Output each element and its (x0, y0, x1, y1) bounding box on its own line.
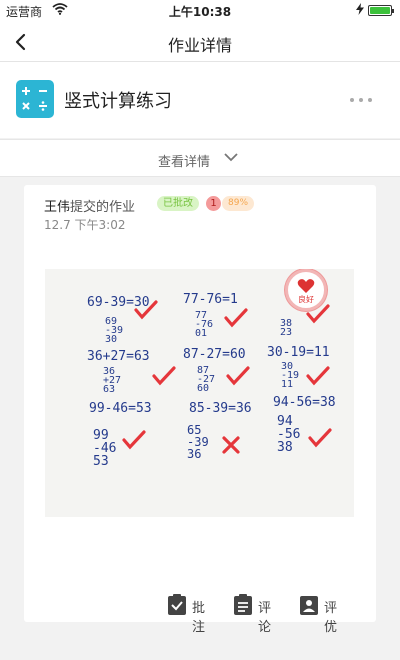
good-grade-stamp: 良好 (285, 269, 327, 311)
commend-label: 评优 (324, 601, 338, 635)
submission-date: 12.7 下午3:02 (44, 218, 126, 232)
work-column: 36 +27 63 (103, 366, 122, 395)
work-column: 30 -19 11 (281, 361, 300, 390)
heart-icon (297, 279, 315, 293)
nav-bar: 作业详情 (0, 22, 400, 62)
work-column: 77 -76 01 (195, 310, 214, 339)
correct-check-icon (224, 308, 248, 328)
more-options-icon[interactable] (348, 92, 374, 108)
action-bar: 批注 评论 评优 (24, 593, 376, 635)
student-name[interactable]: 王伟 (44, 200, 70, 215)
correct-check-icon (306, 366, 330, 386)
equation: 87-27=60 (183, 347, 246, 362)
status-bar: 运营商 上午10:38 (0, 0, 400, 22)
correct-check-icon (152, 366, 176, 386)
charging-icon (356, 3, 364, 15)
work-column: 99 -46 53 (93, 428, 117, 469)
correct-check-icon (134, 300, 158, 320)
clipboard-check-icon (168, 594, 186, 615)
error-count-badge: 1 (206, 196, 221, 211)
correct-check-icon (122, 430, 146, 450)
annotate-label: 批注 (192, 601, 206, 635)
work-column: 94 -56 38 (277, 414, 301, 455)
work-column: 69 -39 30 (105, 316, 124, 345)
wrong-cross-icon (222, 436, 240, 454)
document-list-icon (234, 594, 252, 615)
stamp-text: 良好 (298, 295, 314, 304)
equation: 77-76=1 (183, 292, 238, 307)
correct-check-icon (308, 428, 332, 448)
submission-card: 王伟提交的作业 已批改 1 89% 12.7 下午3:02 69-39=30 7… (24, 185, 376, 635)
equation: 30-19=11 (267, 345, 330, 360)
equation: 94-56=38 (273, 395, 336, 410)
user-award-icon (300, 596, 318, 615)
equation: 36+27=63 (87, 349, 150, 364)
submitted-label: 提交的作业 (70, 200, 136, 215)
chevron-down-icon (224, 153, 238, 162)
page-title: 作业详情 (167, 36, 232, 55)
comment-label: 评论 (258, 601, 272, 635)
work-column: 65 -39 36 (187, 423, 209, 461)
equation: 85-39=36 (189, 401, 252, 416)
correct-check-icon (226, 366, 250, 386)
work-column: 38 23 (280, 318, 293, 338)
task-header: 竖式计算练习 (0, 62, 400, 138)
task-name: 竖式计算练习 (64, 91, 172, 112)
equation: 99-46=53 (89, 401, 152, 416)
math-operations-icon (16, 80, 54, 118)
work-column: 87 -27 60 (197, 365, 216, 394)
student-line: 王伟提交的作业 (44, 196, 135, 215)
view-details-label: 查看详情 (158, 155, 211, 170)
clock: 上午10:38 (168, 5, 232, 19)
homework-photo[interactable]: 69-39=30 77-76=1 69 -39 30 77 -76 01 38 23 36… (45, 269, 354, 517)
score-badge: 89% (222, 196, 255, 211)
battery-icon (368, 5, 394, 16)
graded-badge: 已批改 (157, 196, 199, 211)
view-details-toggle[interactable]: 查看详情 (0, 139, 400, 177)
